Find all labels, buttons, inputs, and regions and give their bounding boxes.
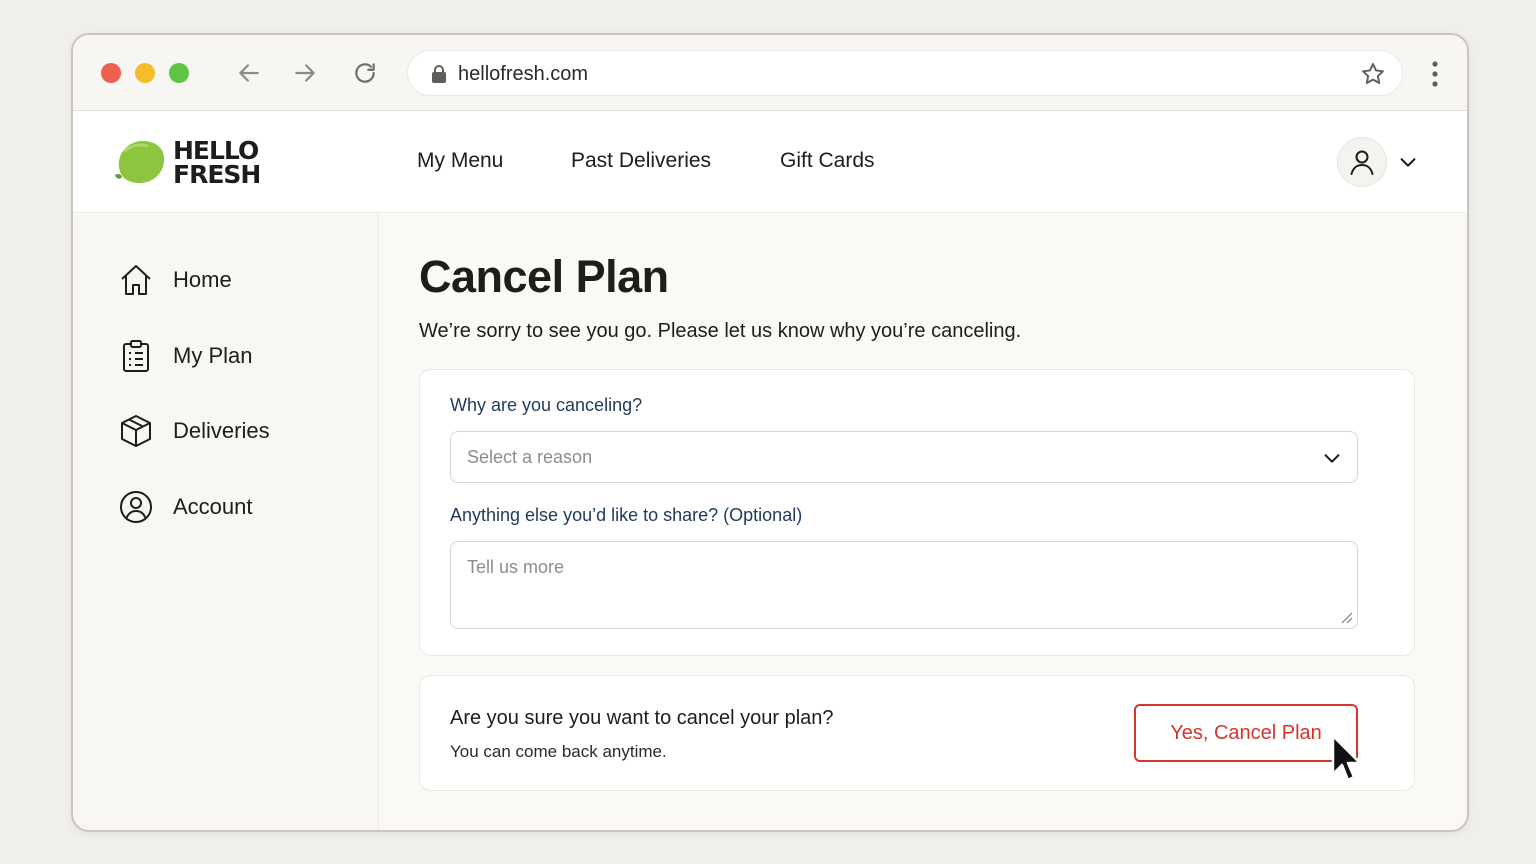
main-content: Cancel Plan We’re sorry to see you go. P… xyxy=(379,213,1467,830)
minimize-window-button[interactable] xyxy=(135,63,155,83)
reload-icon xyxy=(355,63,375,83)
resize-grip-icon[interactable] xyxy=(1339,610,1353,624)
arrow-left-icon xyxy=(239,64,259,82)
sidebar-item-account[interactable]: Account xyxy=(119,487,253,527)
nav-gift-cards[interactable]: Gift Cards xyxy=(780,149,875,173)
logo-wordmark: HELLO FRESH xyxy=(173,138,261,189)
confirm-cancel-card: Are you sure you want to cancel your pla… xyxy=(419,675,1415,791)
comments-textarea[interactable]: Tell us more xyxy=(450,541,1358,629)
url-text: hellofresh.com xyxy=(458,63,589,85)
forward-button[interactable] xyxy=(289,57,321,89)
sidebar-item-label: Account xyxy=(173,494,253,519)
sidebar-item-label: Deliveries xyxy=(173,418,270,443)
logo-line-2: FRESH xyxy=(173,160,261,189)
user-circle-icon xyxy=(120,491,152,523)
sidebar-item-label: Home xyxy=(173,267,232,292)
browser-toolbar: hellofresh.com xyxy=(73,35,1467,111)
yes-cancel-plan-button[interactable]: Yes, Cancel Plan xyxy=(1134,704,1358,762)
user-icon xyxy=(1350,150,1374,175)
bookmark-star-icon[interactable] xyxy=(1360,61,1386,87)
sidebar-item-deliveries[interactable]: Deliveries xyxy=(119,411,270,451)
maximize-window-button[interactable] xyxy=(169,63,189,83)
confirm-question: Are you sure you want to cancel your pla… xyxy=(450,707,834,729)
mouse-pointer-icon xyxy=(1331,734,1362,782)
sidebar-item-my-plan[interactable]: My Plan xyxy=(119,336,252,376)
sidebar-item-home[interactable]: Home xyxy=(119,260,232,300)
hellofresh-logo[interactable]: HELLO FRESH xyxy=(113,137,273,189)
chevron-down-icon xyxy=(1324,454,1340,463)
page-title: Cancel Plan xyxy=(419,251,669,302)
reason-select-placeholder: Select a reason xyxy=(467,447,593,467)
comments-label: Anything else you’d like to share? (Opti… xyxy=(450,505,803,525)
nav-my-menu[interactable]: My Menu xyxy=(417,149,503,173)
chevron-down-icon[interactable] xyxy=(1397,151,1419,173)
clipboard-icon xyxy=(123,340,149,372)
browser-window: hellofresh.com HELLO FRESH My Menu Past … xyxy=(71,33,1469,832)
more-vertical-icon xyxy=(1432,61,1438,87)
box-icon xyxy=(121,415,151,447)
site-header: HELLO FRESH My Menu Past Deliveries Gift… xyxy=(73,111,1467,213)
lock-icon xyxy=(432,65,446,83)
reason-label: Why are you canceling? xyxy=(450,395,643,415)
confirm-note: You can come back anytime. xyxy=(450,742,667,761)
lime-logo-icon xyxy=(115,140,165,184)
close-window-button[interactable] xyxy=(101,63,121,83)
sidebar: Home My Plan Deliveries Account xyxy=(73,213,379,830)
user-menu-button[interactable] xyxy=(1337,137,1387,187)
cancel-reason-form: Why are you canceling? Select a reason A… xyxy=(419,369,1415,656)
arrow-right-icon xyxy=(295,64,315,82)
home-icon xyxy=(121,265,151,295)
address-bar[interactable]: hellofresh.com xyxy=(407,50,1403,96)
browser-menu-button[interactable] xyxy=(1423,59,1447,89)
page-subtitle: We’re sorry to see you go. Please let us… xyxy=(419,320,1022,342)
sidebar-item-label: My Plan xyxy=(173,343,253,368)
back-button[interactable] xyxy=(233,57,265,89)
nav-past-deliveries[interactable]: Past Deliveries xyxy=(571,149,711,173)
reload-button[interactable] xyxy=(349,57,381,89)
comments-placeholder: Tell us more xyxy=(467,557,565,577)
reason-select[interactable]: Select a reason xyxy=(450,431,1358,483)
